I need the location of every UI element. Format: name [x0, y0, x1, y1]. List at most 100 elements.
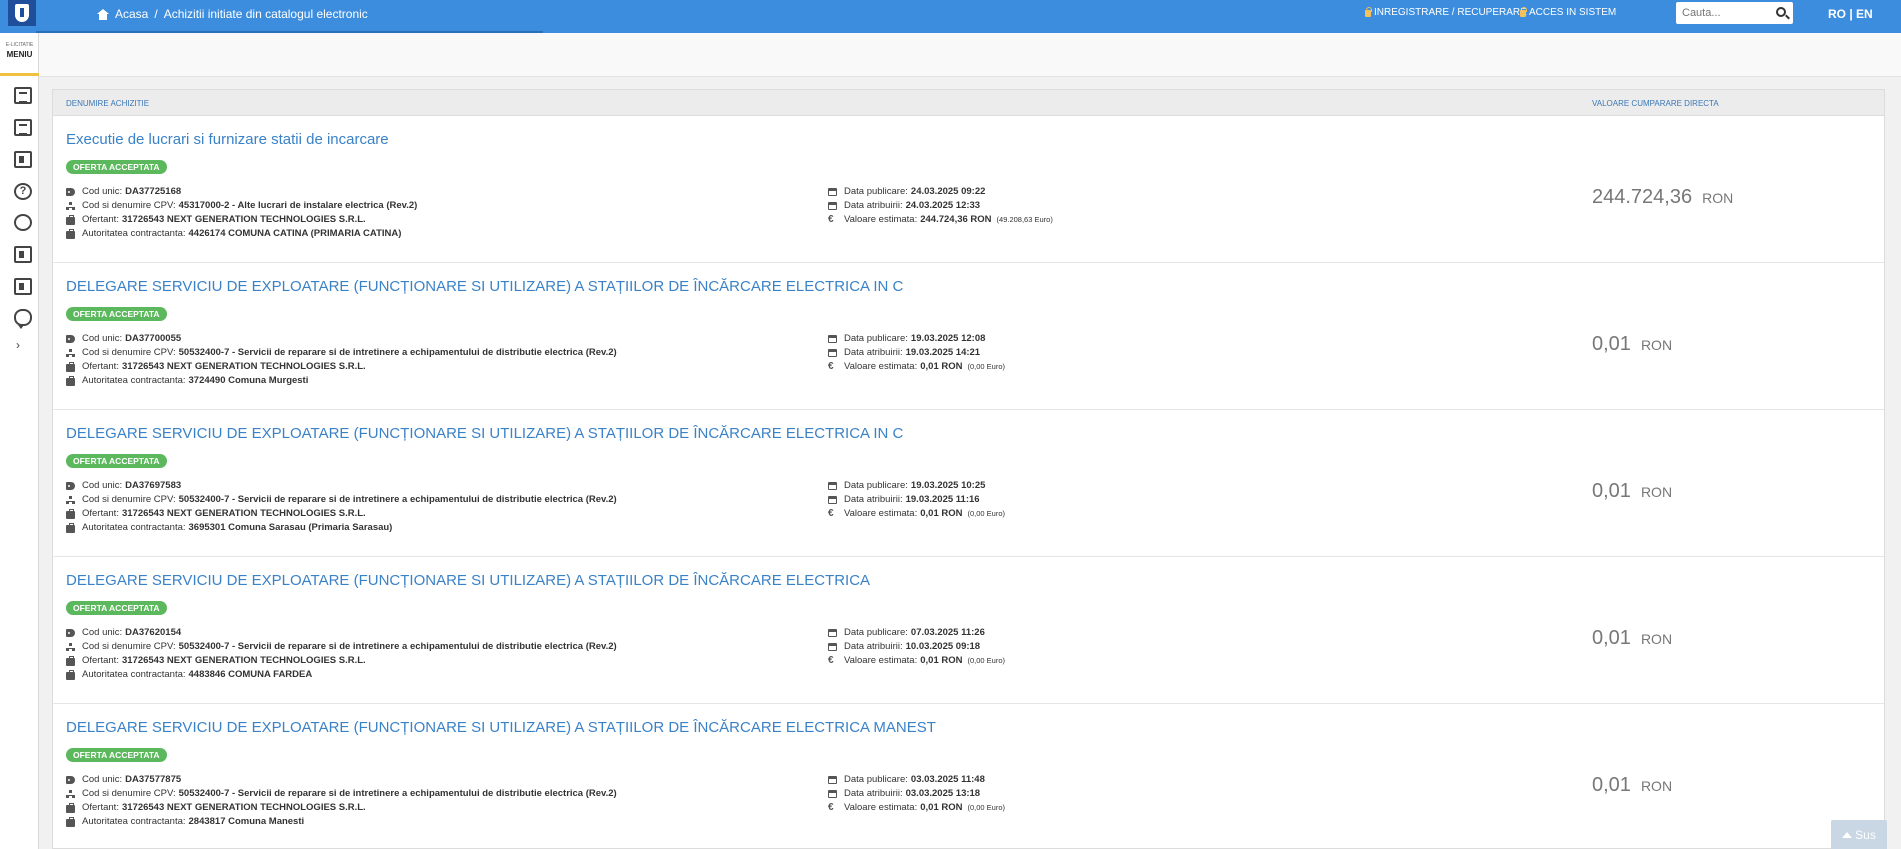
briefcase-icon: [66, 376, 75, 386]
table-header: DENUMIRE ACHIZITIE VALOARE CUMPARARE DIR…: [53, 90, 1884, 116]
acquisition-dates: Data publicare: 07.03.2025 11:26 Data atr…: [828, 626, 1005, 668]
euro-icon: €: [828, 802, 834, 813]
calculator-icon[interactable]: [14, 278, 32, 295]
expand-sidebar-icon[interactable]: ›: [16, 338, 20, 352]
search-box: [1676, 2, 1793, 24]
register-link[interactable]: INREGISTRARE / RECUPERARE: [1365, 7, 1527, 18]
data-atribuire-label: Data atribuirii:: [844, 641, 903, 652]
data-publicare-value: 03.03.2025 11:48: [910, 774, 985, 785]
acquisition-title-link[interactable]: DELEGARE SERVICIU DE EXPLOATARE (FUNCȚIO…: [66, 572, 870, 589]
ofertant-label: Ofertant:: [82, 214, 119, 225]
price-currency: RON: [1640, 337, 1673, 353]
ofertant-label: Ofertant:: [82, 361, 119, 372]
briefcase-icon: [66, 656, 75, 666]
touch-icon[interactable]: [14, 214, 32, 231]
cpv-value: 50532400-7 - Servicii de reparare si de …: [178, 641, 617, 652]
data-atribuire-value: 24.03.2025 12:33: [905, 200, 981, 211]
ofertant-label: Ofertant:: [82, 508, 119, 519]
valoare-euro-value: (49.208,63 Euro): [996, 215, 1053, 224]
acquisition-title-link[interactable]: DELEGARE SERVICIU DE EXPLOATARE (FUNCȚIO…: [66, 719, 936, 736]
valoare-euro-value: (0,00 Euro): [967, 803, 1006, 812]
sitemap-icon: [66, 202, 75, 210]
valoare-euro-value: (0,00 Euro): [967, 362, 1006, 371]
data-atribuire-label: Data atribuirii:: [844, 200, 903, 211]
data-publicare-label: Data publicare:: [844, 627, 908, 638]
price-amount: 0,01: [1592, 333, 1631, 355]
calendar-icon: [828, 349, 837, 357]
briefcase-icon: [66, 523, 75, 533]
chevron-up-icon: [1842, 831, 1853, 838]
data-publicare-value: 19.03.2025 10:25: [910, 480, 986, 491]
valoare-estimata-label: Valoare estimata:: [844, 802, 918, 813]
language-switch[interactable]: RO | EN: [1828, 7, 1873, 21]
column-header-value[interactable]: VALOARE CUMPARARE DIRECTA: [1592, 99, 1719, 108]
results-list: Executie de lucrari si furnizare statii …: [53, 116, 1884, 848]
data-atribuire-label: Data atribuirii:: [844, 788, 903, 799]
table-row: DELEGARE SERVICIU DE EXPLOATARE (FUNCȚIO…: [53, 263, 1884, 410]
status-badge: OFERTA ACCEPTATA: [66, 748, 167, 762]
search-input[interactable]: [1676, 3, 1771, 23]
breadcrumb: Acasa / Achizitii initiate din catalogul…: [97, 7, 368, 21]
tag-icon: [66, 776, 75, 784]
briefcase-icon: [66, 229, 75, 239]
valoare-estimata-label: Valoare estimata:: [844, 655, 918, 666]
home-icon[interactable]: [97, 8, 109, 20]
briefcase-icon: [66, 215, 75, 225]
price-currency: RON: [1702, 190, 1734, 206]
data-publicare-label: Data publicare:: [844, 480, 908, 491]
cod-unic-value: DA37577875: [125, 774, 182, 785]
price-currency: RON: [1640, 778, 1673, 794]
calendar-icon: [828, 188, 837, 196]
filter-bar: [39, 33, 1901, 77]
ofertant-value: 31726543 NEXT GENERATION TECHNOLOGIES S.…: [121, 655, 366, 666]
cpv-value: 50532400-7 - Servicii de reparare si de …: [178, 494, 617, 505]
data-atribuire-label: Data atribuirii:: [844, 494, 903, 505]
table-row: DELEGARE SERVICIU DE EXPLOATARE (FUNCȚIO…: [53, 410, 1884, 557]
data-publicare-value: 24.03.2025 09:22: [910, 186, 986, 197]
book-icon[interactable]: [14, 151, 32, 168]
column-header-name[interactable]: DENUMIRE ACHIZITIE: [66, 99, 149, 108]
valoare-estimata-label: Valoare estimata:: [844, 214, 918, 225]
autoritate-label: Autoritatea contractanta:: [82, 228, 186, 239]
acquisition-title-link[interactable]: DELEGARE SERVICIU DE EXPLOATARE (FUNCȚIO…: [66, 425, 903, 442]
direct-purchase-value: 0,01 RON: [1592, 627, 1672, 650]
login-label: ACCES IN SISTEM: [1529, 7, 1617, 18]
logo[interactable]: [8, 0, 36, 26]
briefcase-icon: [66, 817, 75, 827]
login-link[interactable]: ACCES IN SISTEM: [1520, 7, 1616, 18]
status-badge: OFERTA ACCEPTATA: [66, 307, 167, 321]
direct-purchase-value: 0,01 RON: [1592, 480, 1672, 503]
chat-icon[interactable]: [14, 309, 32, 329]
calendar-icon: [828, 335, 837, 343]
tag-icon: [66, 482, 75, 490]
acquisition-dates: Data publicare: 19.03.2025 10:25 Data atr…: [828, 479, 1005, 521]
ofertant-label: Ofertant:: [82, 655, 119, 666]
data-atribuire-label: Data atribuirii:: [844, 347, 903, 358]
euro-icon: €: [828, 508, 834, 519]
autoritate-label: Autoritatea contractanta:: [82, 375, 186, 386]
acquisition-title-link[interactable]: Executie de lucrari si furnizare statii …: [66, 131, 389, 148]
cpv-value: 45317000-2 - Alte lucrari de instalare e…: [178, 200, 418, 211]
direct-purchase-value: 0,01 RON: [1592, 333, 1672, 356]
document-icon[interactable]: [14, 87, 32, 104]
cod-unic-value: DA37620154: [125, 627, 182, 638]
data-atribuire-value: 03.03.2025 13:18: [905, 788, 981, 799]
data-publicare-label: Data publicare:: [844, 333, 908, 344]
ofertant-label: Ofertant:: [82, 802, 119, 813]
price-amount: 244.724,36: [1592, 186, 1693, 208]
id-card-icon[interactable]: [14, 246, 32, 263]
acquisition-details: Cod unic: DA37620154 Cod si denumire CPV:…: [66, 626, 617, 682]
breadcrumb-home-link[interactable]: Acasa: [115, 7, 148, 21]
acquisition-title-link[interactable]: DELEGARE SERVICIU DE EXPLOATARE (FUNCȚIO…: [66, 278, 903, 295]
help-icon[interactable]: ?: [14, 183, 32, 200]
acquisition-details: Cod unic: DA37697583 Cod si denumire CPV:…: [66, 479, 617, 535]
menu-button[interactable]: E-LICITATIE MENIU: [0, 37, 39, 76]
export-icon[interactable]: [14, 119, 32, 136]
ofertant-value: 31726543 NEXT GENERATION TECHNOLOGIES S.…: [121, 802, 366, 813]
search-icon[interactable]: [1776, 7, 1786, 17]
sitemap-icon: [66, 790, 75, 798]
briefcase-icon: [66, 362, 75, 372]
scroll-top-button[interactable]: Sus: [1831, 820, 1887, 849]
cpv-label: Cod si denumire CPV:: [82, 641, 176, 652]
cod-unic-label: Cod unic:: [82, 333, 123, 344]
